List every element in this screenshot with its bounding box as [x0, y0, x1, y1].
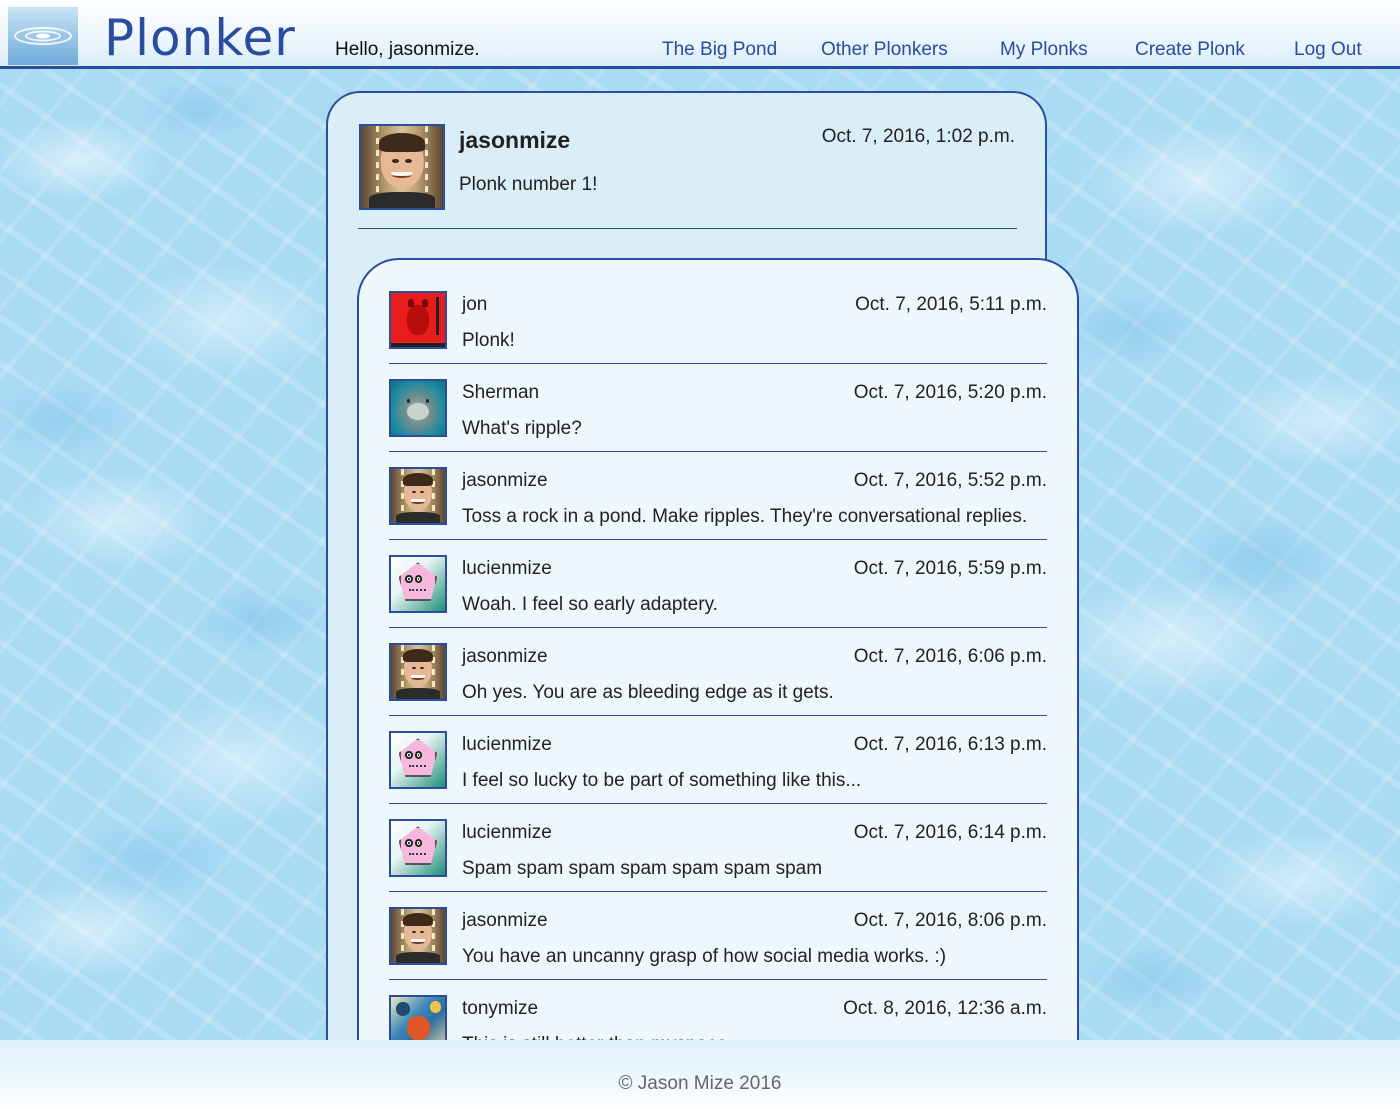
ripple-timestamp: Oct. 7, 2016, 8:06 p.m.: [853, 910, 1047, 931]
manatee-avatar-icon[interactable]: [389, 379, 447, 437]
plonk-body: Plonk number 1!: [459, 174, 598, 195]
plonk-author[interactable]: jasonmize: [459, 127, 570, 154]
ripple-item: jon Oct. 7, 2016, 5:11 p.m. Plonk!: [389, 291, 1049, 379]
ripple-item: jasonmize Oct. 7, 2016, 6:06 p.m. Oh yes…: [389, 643, 1049, 731]
ripple-item: Sherman Oct. 7, 2016, 5:20 p.m. What's r…: [389, 379, 1049, 467]
divider: [389, 979, 1047, 980]
ripple-author[interactable]: lucienmize: [462, 822, 552, 844]
divider: [389, 715, 1047, 716]
divider: [389, 539, 1047, 540]
ripple-body: You have an uncanny grasp of how social …: [462, 946, 947, 967]
ripple-item: jasonmize Oct. 7, 2016, 8:06 p.m. You ha…: [389, 907, 1049, 995]
ripple-timestamp: Oct. 7, 2016, 5:11 p.m.: [855, 294, 1047, 315]
ripple-body: Toss a rock in a pond. Make ripples. The…: [462, 506, 1028, 527]
divider: [389, 451, 1047, 452]
nav-create-plonk[interactable]: Create Plonk: [1135, 39, 1245, 61]
monster-avatar-icon[interactable]: [389, 731, 447, 789]
ripple-author[interactable]: jasonmize: [462, 470, 548, 492]
user-photo-icon[interactable]: [359, 124, 445, 210]
ripple-body: Spam spam spam spam spam spam spam: [462, 858, 823, 879]
ripple-timestamp: Oct. 7, 2016, 5:20 p.m.: [853, 382, 1047, 403]
ripple-item: lucienmize Oct. 7, 2016, 6:14 p.m. Spam …: [389, 819, 1049, 907]
ripple-item: lucienmize Oct. 7, 2016, 5:59 p.m. Woah.…: [389, 555, 1049, 643]
ripples-card: jon Oct. 7, 2016, 5:11 p.m. Plonk! Sherm…: [357, 258, 1079, 1078]
ripple-timestamp: Oct. 7, 2016, 6:13 p.m.: [853, 734, 1047, 755]
divider: [389, 627, 1047, 628]
ripple-body: Plonk!: [462, 330, 515, 351]
divider: [389, 803, 1047, 804]
ripple-author[interactable]: lucienmize: [462, 734, 552, 756]
monster-avatar-icon[interactable]: [389, 555, 447, 613]
site-footer: © Jason Mize 2016: [0, 1040, 1400, 1109]
nav-my-plonks[interactable]: My Plonks: [1000, 39, 1088, 61]
ripple-author[interactable]: jon: [462, 294, 487, 316]
nav-other-plonkers[interactable]: Other Plonkers: [821, 39, 948, 61]
monster-avatar-icon[interactable]: [389, 819, 447, 877]
ripple-timestamp: Oct. 7, 2016, 6:06 p.m.: [853, 646, 1047, 667]
ripple-timestamp: Oct. 7, 2016, 6:14 p.m.: [853, 822, 1047, 843]
ripple-author[interactable]: Sherman: [462, 382, 539, 404]
ripple-item: jasonmize Oct. 7, 2016, 5:52 p.m. Toss a…: [389, 467, 1049, 555]
ripple-body: Woah. I feel so early adaptery.: [462, 594, 718, 615]
ripple-timestamp: Oct. 7, 2016, 5:59 p.m.: [853, 558, 1047, 579]
main-nav: The Big Pond Other Plonkers My Plonks Cr…: [0, 39, 1400, 63]
user-photo-icon[interactable]: [389, 907, 447, 965]
ripple-body: Oh yes. You are as bleeding edge as it g…: [462, 682, 834, 703]
nav-the-big-pond[interactable]: The Big Pond: [662, 39, 777, 61]
divider: [389, 363, 1047, 364]
ripple-item: lucienmize Oct. 7, 2016, 6:13 p.m. I fee…: [389, 731, 1049, 819]
copyright-text: © Jason Mize 2016: [618, 1073, 782, 1094]
divider: [358, 228, 1017, 229]
user-photo-icon[interactable]: [389, 467, 447, 525]
ripple-timestamp: Oct. 7, 2016, 5:52 p.m.: [853, 470, 1047, 491]
ripple-body: I feel so lucky to be part of something …: [462, 770, 862, 791]
plonk-timestamp: Oct. 7, 2016, 1:02 p.m.: [821, 126, 1015, 147]
ripple-author[interactable]: jasonmize: [462, 910, 548, 932]
divider: [389, 891, 1047, 892]
ripple-author[interactable]: jasonmize: [462, 646, 548, 668]
ripple-body: What's ripple?: [462, 418, 582, 439]
ripple-author[interactable]: lucienmize: [462, 558, 552, 580]
site-header: Plonker Hello, jasonmize. The Big Pond O…: [0, 0, 1400, 69]
ripple-timestamp: Oct. 8, 2016, 12:36 a.m.: [843, 998, 1047, 1019]
user-photo-icon[interactable]: [389, 643, 447, 701]
ripple-author[interactable]: tonymize: [462, 998, 538, 1020]
nav-log-out[interactable]: Log Out: [1294, 39, 1362, 61]
devil-avatar-icon[interactable]: [389, 291, 447, 349]
